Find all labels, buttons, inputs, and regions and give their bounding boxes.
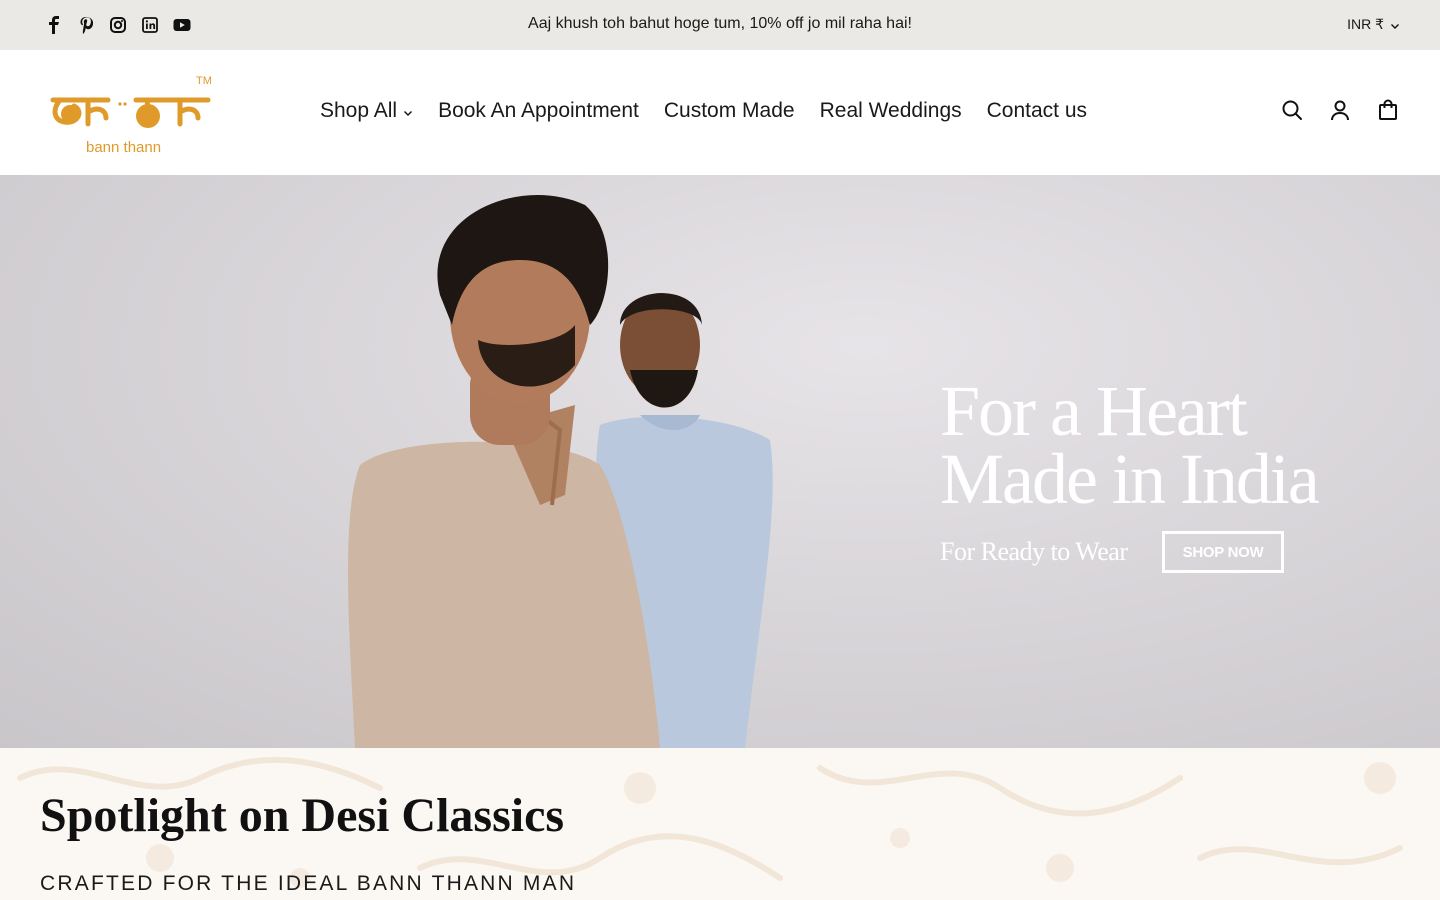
shop-now-button[interactable]: SHOP NOW [1162,531,1284,573]
hero-banner[interactable]: For a Heart Made in India For Ready to W… [0,175,1440,748]
logo-wordmark: bann thann [86,139,161,156]
chevron-down-icon [403,99,413,123]
cart-icon[interactable] [1376,98,1400,122]
nav-contact-us[interactable]: Contact us [987,99,1087,123]
hero-heading-line2: Made in India [940,439,1320,519]
brand-logo[interactable]: TM bann thann [48,72,218,158]
announcement-bar: Aaj khush toh bahut hoge tum, 10% off jo… [0,0,1440,50]
currency-selector[interactable]: INR ₹ [1347,16,1400,33]
nav-custom-made[interactable]: Custom Made [664,99,795,123]
nav-shop-all-label: Shop All [320,99,398,122]
nav-real-weddings[interactable]: Real Weddings [820,99,962,123]
site-header: TM bann thann Shop All Book An Appointme… [0,50,1440,175]
hero-subtext: For Ready to Wear [940,537,1128,566]
header-actions [1280,98,1400,122]
search-icon[interactable] [1280,98,1304,122]
main-nav: Shop All Book An Appointment Custom Made… [320,99,1087,123]
logo-tm: TM [196,75,212,87]
nav-shop-all[interactable]: Shop All [320,99,413,123]
spotlight-title: Spotlight on Desi Classics [40,789,565,842]
spotlight-subtitle: CRAFTED FOR THE IDEAL BANN THANN MAN [40,872,577,895]
spotlight-section: Spotlight on Desi Classics CRAFTED FOR T… [0,748,1440,900]
hero-heading: For a Heart Made in India [940,371,1400,519]
chevron-down-icon [1390,17,1400,33]
announcement-text: Aaj khush toh bahut hoge tum, 10% off jo… [528,15,912,32]
nav-book-appointment[interactable]: Book An Appointment [438,99,639,123]
currency-label: INR ₹ [1347,16,1384,32]
account-icon[interactable] [1328,98,1352,122]
hero-heading-line1: For a Heart [940,371,1248,451]
